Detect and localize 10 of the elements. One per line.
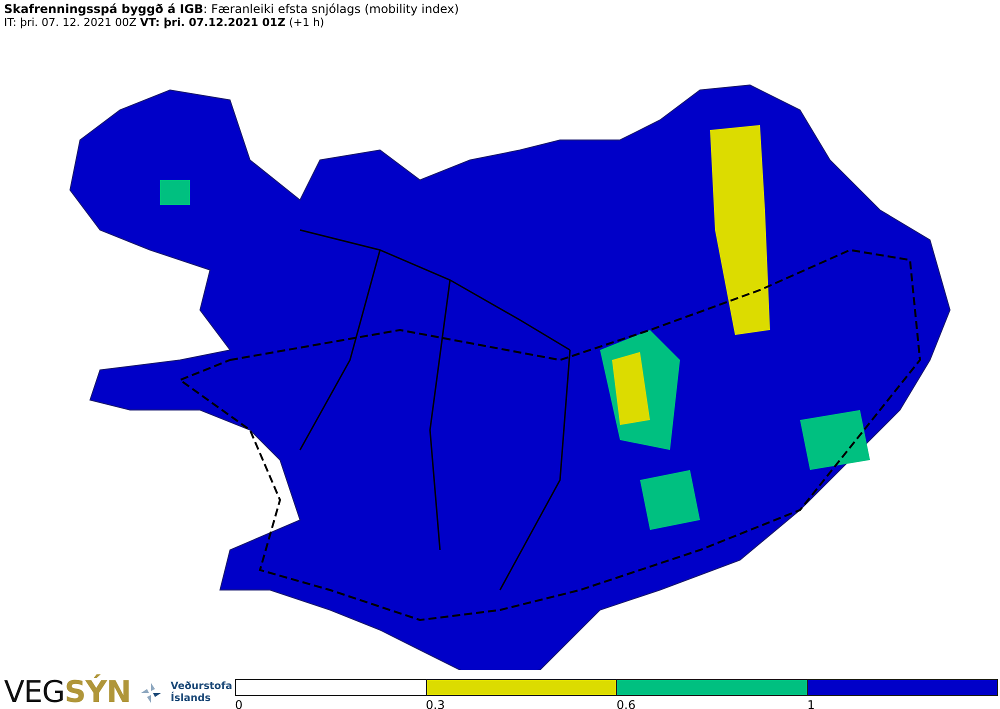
logo-text: VEG — [4, 678, 64, 708]
logo-text: Veðurstofa — [170, 681, 232, 692]
legend-tick-label: 0.3 — [426, 698, 445, 709]
arrows-logo-icon — [138, 681, 163, 705]
logo-text: Íslands — [170, 693, 212, 705]
forecast-time: IT: þri. 07. 12. 2021 00Z VT: þri. 07.12.2021 01Z (+1 h) — [4, 16, 326, 30]
legend-tick-label: 0 — [235, 698, 243, 709]
map-title: Skafrenningsspá byggð á IGB: Færanleiki efsta snjólags (mobility index) — [4, 2, 460, 16]
legend-tick-label: 1 — [807, 698, 815, 709]
legend-tick-label: 0.6 — [616, 698, 636, 709]
